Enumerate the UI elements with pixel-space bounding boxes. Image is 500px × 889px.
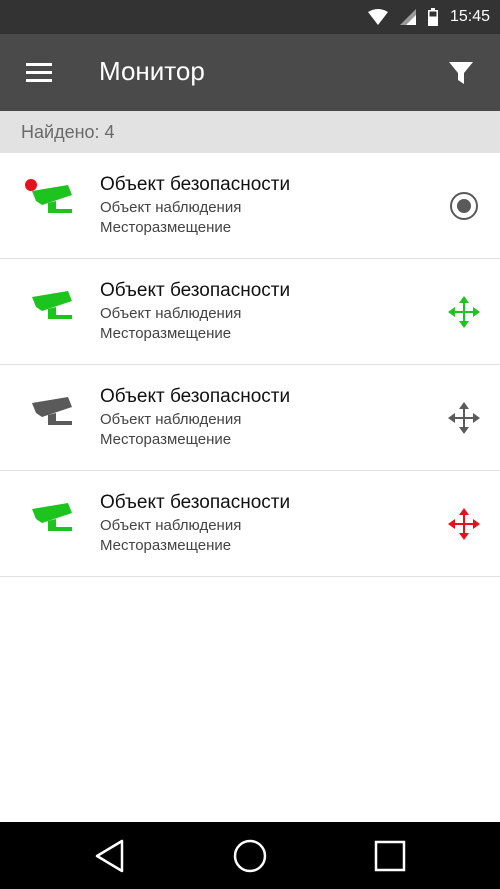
status-bar: 15:45 xyxy=(0,0,500,34)
item-title: Объект безопасности xyxy=(100,492,291,513)
item-location: Месторазмещение xyxy=(100,325,232,342)
item-title: Объект безопасности xyxy=(100,386,291,407)
move-arrows-icon[interactable] xyxy=(448,296,480,328)
camera-icon xyxy=(32,291,72,319)
item-subtitle: Объект наблюдения xyxy=(100,411,242,428)
system-nav-bar xyxy=(0,822,500,889)
item-title: Объект безопасности xyxy=(100,280,291,301)
move-arrows-icon[interactable] xyxy=(448,402,480,434)
object-list: Объект безопасности Объект наблюдения Ме… xyxy=(0,153,500,577)
battery-icon xyxy=(427,8,438,26)
item-location: Месторазмещение xyxy=(100,219,232,236)
camera-icon xyxy=(32,503,72,531)
results-count: Найдено: 4 xyxy=(21,122,115,142)
move-arrows-icon[interactable] xyxy=(448,508,480,540)
results-count-bar: Найдено: 4 xyxy=(0,111,500,153)
camera-icon xyxy=(32,185,72,213)
menu-icon xyxy=(26,63,52,82)
status-icons: 15:45 xyxy=(356,0,490,34)
home-icon[interactable] xyxy=(232,838,268,874)
signal-icon xyxy=(399,9,416,25)
list-item[interactable]: Объект безопасности Объект наблюдения Ме… xyxy=(0,259,500,365)
back-icon[interactable] xyxy=(92,838,128,874)
status-time: 15:45 xyxy=(449,8,490,25)
list-item[interactable]: Объект безопасности Объект наблюдения Ме… xyxy=(0,153,500,259)
list-item[interactable]: Объект безопасности Объект наблюдения Ме… xyxy=(0,471,500,577)
page-title: Монитор xyxy=(99,56,205,86)
list-item[interactable]: Объект безопасности Объект наблюдения Ме… xyxy=(0,365,500,471)
item-subtitle: Объект наблюдения xyxy=(100,517,242,534)
camera-icon xyxy=(32,397,72,425)
item-subtitle: Объект наблюдения xyxy=(100,305,242,322)
menu-button[interactable] xyxy=(20,57,60,89)
item-location: Месторазмещение xyxy=(100,431,232,448)
app-bar: Монитор xyxy=(0,34,500,111)
screen: 15:45 Монитор Найдено: 4 Объект безопасн… xyxy=(0,0,500,889)
wifi-icon xyxy=(367,9,388,25)
filter-icon xyxy=(449,62,473,84)
recents-icon[interactable] xyxy=(372,838,408,874)
filter-button[interactable] xyxy=(446,58,476,88)
item-location: Месторазмещение xyxy=(100,537,232,554)
radio-selected-icon[interactable] xyxy=(448,190,480,222)
item-subtitle: Объект наблюдения xyxy=(100,199,242,216)
item-title: Объект безопасности xyxy=(100,174,291,195)
